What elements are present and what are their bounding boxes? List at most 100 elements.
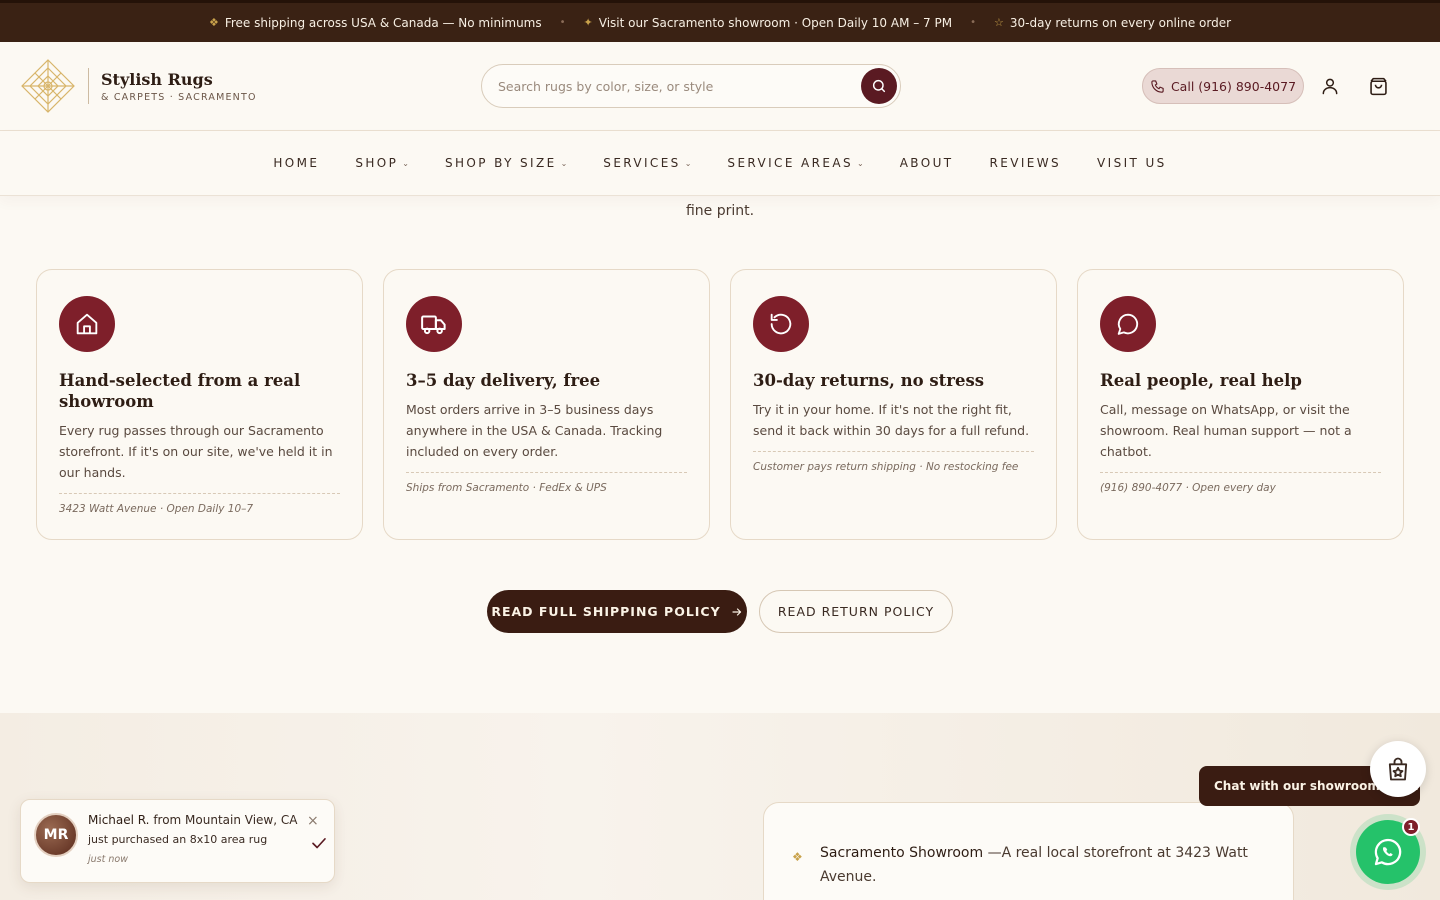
- search-button[interactable]: [861, 68, 897, 104]
- feature-divider: [59, 493, 340, 494]
- logo-mark-icon: [21, 59, 75, 113]
- brand-tagline: & CARPETS · SACRAMENTO: [101, 91, 257, 103]
- toast-time: just now: [88, 854, 128, 865]
- feature-title: Real people, real help: [1100, 371, 1302, 390]
- shipping-policy-label: READ FULL SHIPPING POLICY: [491, 604, 721, 619]
- shopping-bag-icon: [1369, 77, 1387, 95]
- feature-note: Ships from Sacramento · FedEx & UPS: [406, 482, 607, 494]
- nav-item-services[interactable]: SERVICES ⌄: [603, 156, 691, 170]
- whatsapp-icon: [1374, 838, 1402, 866]
- feature-card: 3–5 day delivery, free Most orders arriv…: [383, 269, 710, 540]
- showroom-label: Sacramento Showroom: [820, 845, 984, 861]
- feature-icon-badge: [406, 296, 462, 352]
- announcement-item: ✦ Visit our Sacramento showroom · Open D…: [584, 16, 953, 30]
- nav-label: SHOP BY SIZE: [444, 156, 557, 170]
- announcement-text: Free shipping across USA & Canada — No m…: [224, 15, 542, 30]
- announcement-text: Visit our Sacramento showroom · Open Dai…: [598, 15, 953, 30]
- announcement-bar: ❖ Free shipping across USA & Canada — No…: [0, 0, 1440, 42]
- avatar: MR: [34, 813, 78, 857]
- call-label: Call (916) 890-4077: [1170, 78, 1297, 94]
- feature-title: 3–5 day delivery, free: [406, 371, 601, 390]
- nav-item-shop[interactable]: SHOP ⌄: [355, 156, 409, 170]
- call-button[interactable]: Call (916) 890-4077: [1142, 68, 1304, 104]
- check-icon: [312, 838, 326, 849]
- feature-body: Most orders arrive in 3–5 business days …: [406, 402, 663, 459]
- truck-icon: [421, 315, 446, 335]
- logo-text: Stylish Rugs & CARPETS · SACRAMENTO: [101, 70, 257, 103]
- sparkle-icon: ✦: [583, 16, 593, 29]
- feature-body: Call, message on WhatsApp, or visit the …: [1100, 402, 1352, 459]
- feature-title: Hand-selected from a real showroom: [59, 371, 301, 411]
- user-icon: [1322, 78, 1338, 95]
- announcement-separator: •: [559, 17, 566, 28]
- feature-icon-badge: [59, 296, 115, 352]
- nav-item-shop-by-size[interactable]: SHOP BY SIZE ⌄: [445, 156, 567, 170]
- star-icon: ☆: [994, 16, 1004, 29]
- nav-item-service-areas[interactable]: SERVICE AREAS ⌄: [727, 156, 863, 170]
- cart-button[interactable]: [1366, 74, 1390, 98]
- feature-divider: [1100, 472, 1381, 473]
- feature-icon-badge: [1100, 296, 1156, 352]
- chevron-down-icon: ⌄: [856, 158, 864, 168]
- nav-item-visit-us[interactable]: VISIT US: [1097, 156, 1167, 170]
- account-button[interactable]: [1318, 74, 1342, 98]
- logo-divider: [88, 68, 89, 104]
- intro-fine-print: fine print.: [685, 203, 755, 219]
- toast-action: just purchased an 8x10 area rug: [88, 833, 268, 846]
- feature-divider: [753, 451, 1034, 452]
- notification-badge: 1: [1402, 818, 1420, 836]
- feature-icon-badge: [753, 296, 809, 352]
- return-policy-button[interactable]: READ RETURN POLICY: [759, 590, 953, 633]
- close-icon[interactable]: ×: [307, 813, 319, 829]
- arrow-right-icon: [732, 607, 741, 616]
- toast-customer: Michael R. from Mountain View, CA: [88, 813, 297, 827]
- nav-item-reviews[interactable]: REVIEWS: [989, 156, 1061, 170]
- feature-card: Real people, real help Call, message on …: [1077, 269, 1404, 540]
- showroom-card: ❖ Sacramento Showroom —A real local stor…: [763, 802, 1294, 900]
- nav-label: SERVICE AREAS: [727, 156, 853, 170]
- toast-location: from Mountain View, CA: [149, 813, 298, 827]
- logo-link[interactable]: Stylish Rugs & CARPETS · SACRAMENTO: [20, 58, 257, 114]
- return-policy-label: READ RETURN POLICY: [777, 604, 935, 619]
- chat-bubble-icon: [1117, 313, 1139, 335]
- chevron-down-icon: ⌄: [684, 158, 692, 168]
- feature-title: 30-day returns, no stress: [753, 371, 985, 390]
- nav-label: ABOUT: [899, 156, 954, 170]
- nav-label: HOME: [273, 156, 320, 170]
- announcement-separator: •: [970, 17, 977, 28]
- feature-note: Customer pays return shipping · No resto…: [753, 461, 1019, 473]
- feature-note: 3423 Watt Avenue · Open Daily 10–7: [59, 503, 254, 515]
- nav-label: REVIEWS: [989, 156, 1062, 170]
- site-header: Stylish Rugs & CARPETS · SACRAMENTO Call…: [0, 42, 1440, 131]
- announcement-item: ☆ 30-day returns on every online order: [994, 16, 1231, 30]
- brand-name: Stylish Rugs: [101, 69, 213, 89]
- chevron-down-icon: ⌄: [560, 158, 568, 168]
- nav-label: VISIT US: [1097, 156, 1167, 170]
- search-icon: [872, 79, 886, 93]
- purchase-notification: MR Michael R. from Mountain View, CA jus…: [20, 799, 335, 883]
- feature-card: Hand-selected from a real showroom Every…: [36, 269, 363, 540]
- shop-badge-button[interactable]: [1370, 741, 1426, 797]
- diamond-icon: ❖: [208, 16, 219, 29]
- feature-card: 30-day returns, no stress Try it in your…: [730, 269, 1057, 540]
- home-icon: [76, 313, 98, 335]
- shopping-bag-star-icon: [1388, 757, 1408, 781]
- nav-label: SERVICES: [603, 156, 681, 170]
- feature-body: Try it in your home. If it's not the rig…: [753, 402, 1030, 438]
- chevron-down-icon: ⌄: [402, 158, 409, 168]
- diamond-icon: ❖: [792, 850, 803, 864]
- search-input[interactable]: [498, 65, 858, 107]
- search-bar: [481, 64, 901, 108]
- feature-note: (916) 890-4077 · Open every day: [1100, 482, 1276, 494]
- feature-body: Every rug passes through our Sacramento …: [59, 423, 333, 480]
- nav-item-home[interactable]: HOME: [273, 156, 319, 170]
- nav-item-about[interactable]: ABOUT: [900, 156, 954, 170]
- announcement-text: 30-day returns on every online order: [1009, 15, 1232, 30]
- phone-icon: [1151, 79, 1164, 93]
- announcement-item: ❖ Free shipping across USA & Canada — No…: [209, 16, 542, 30]
- rotate-ccw-icon: [770, 313, 792, 335]
- toast-name: Michael R.: [88, 813, 150, 827]
- nav-label: SHOP: [355, 156, 399, 170]
- shipping-policy-button[interactable]: READ FULL SHIPPING POLICY: [487, 590, 747, 633]
- feature-divider: [406, 472, 687, 473]
